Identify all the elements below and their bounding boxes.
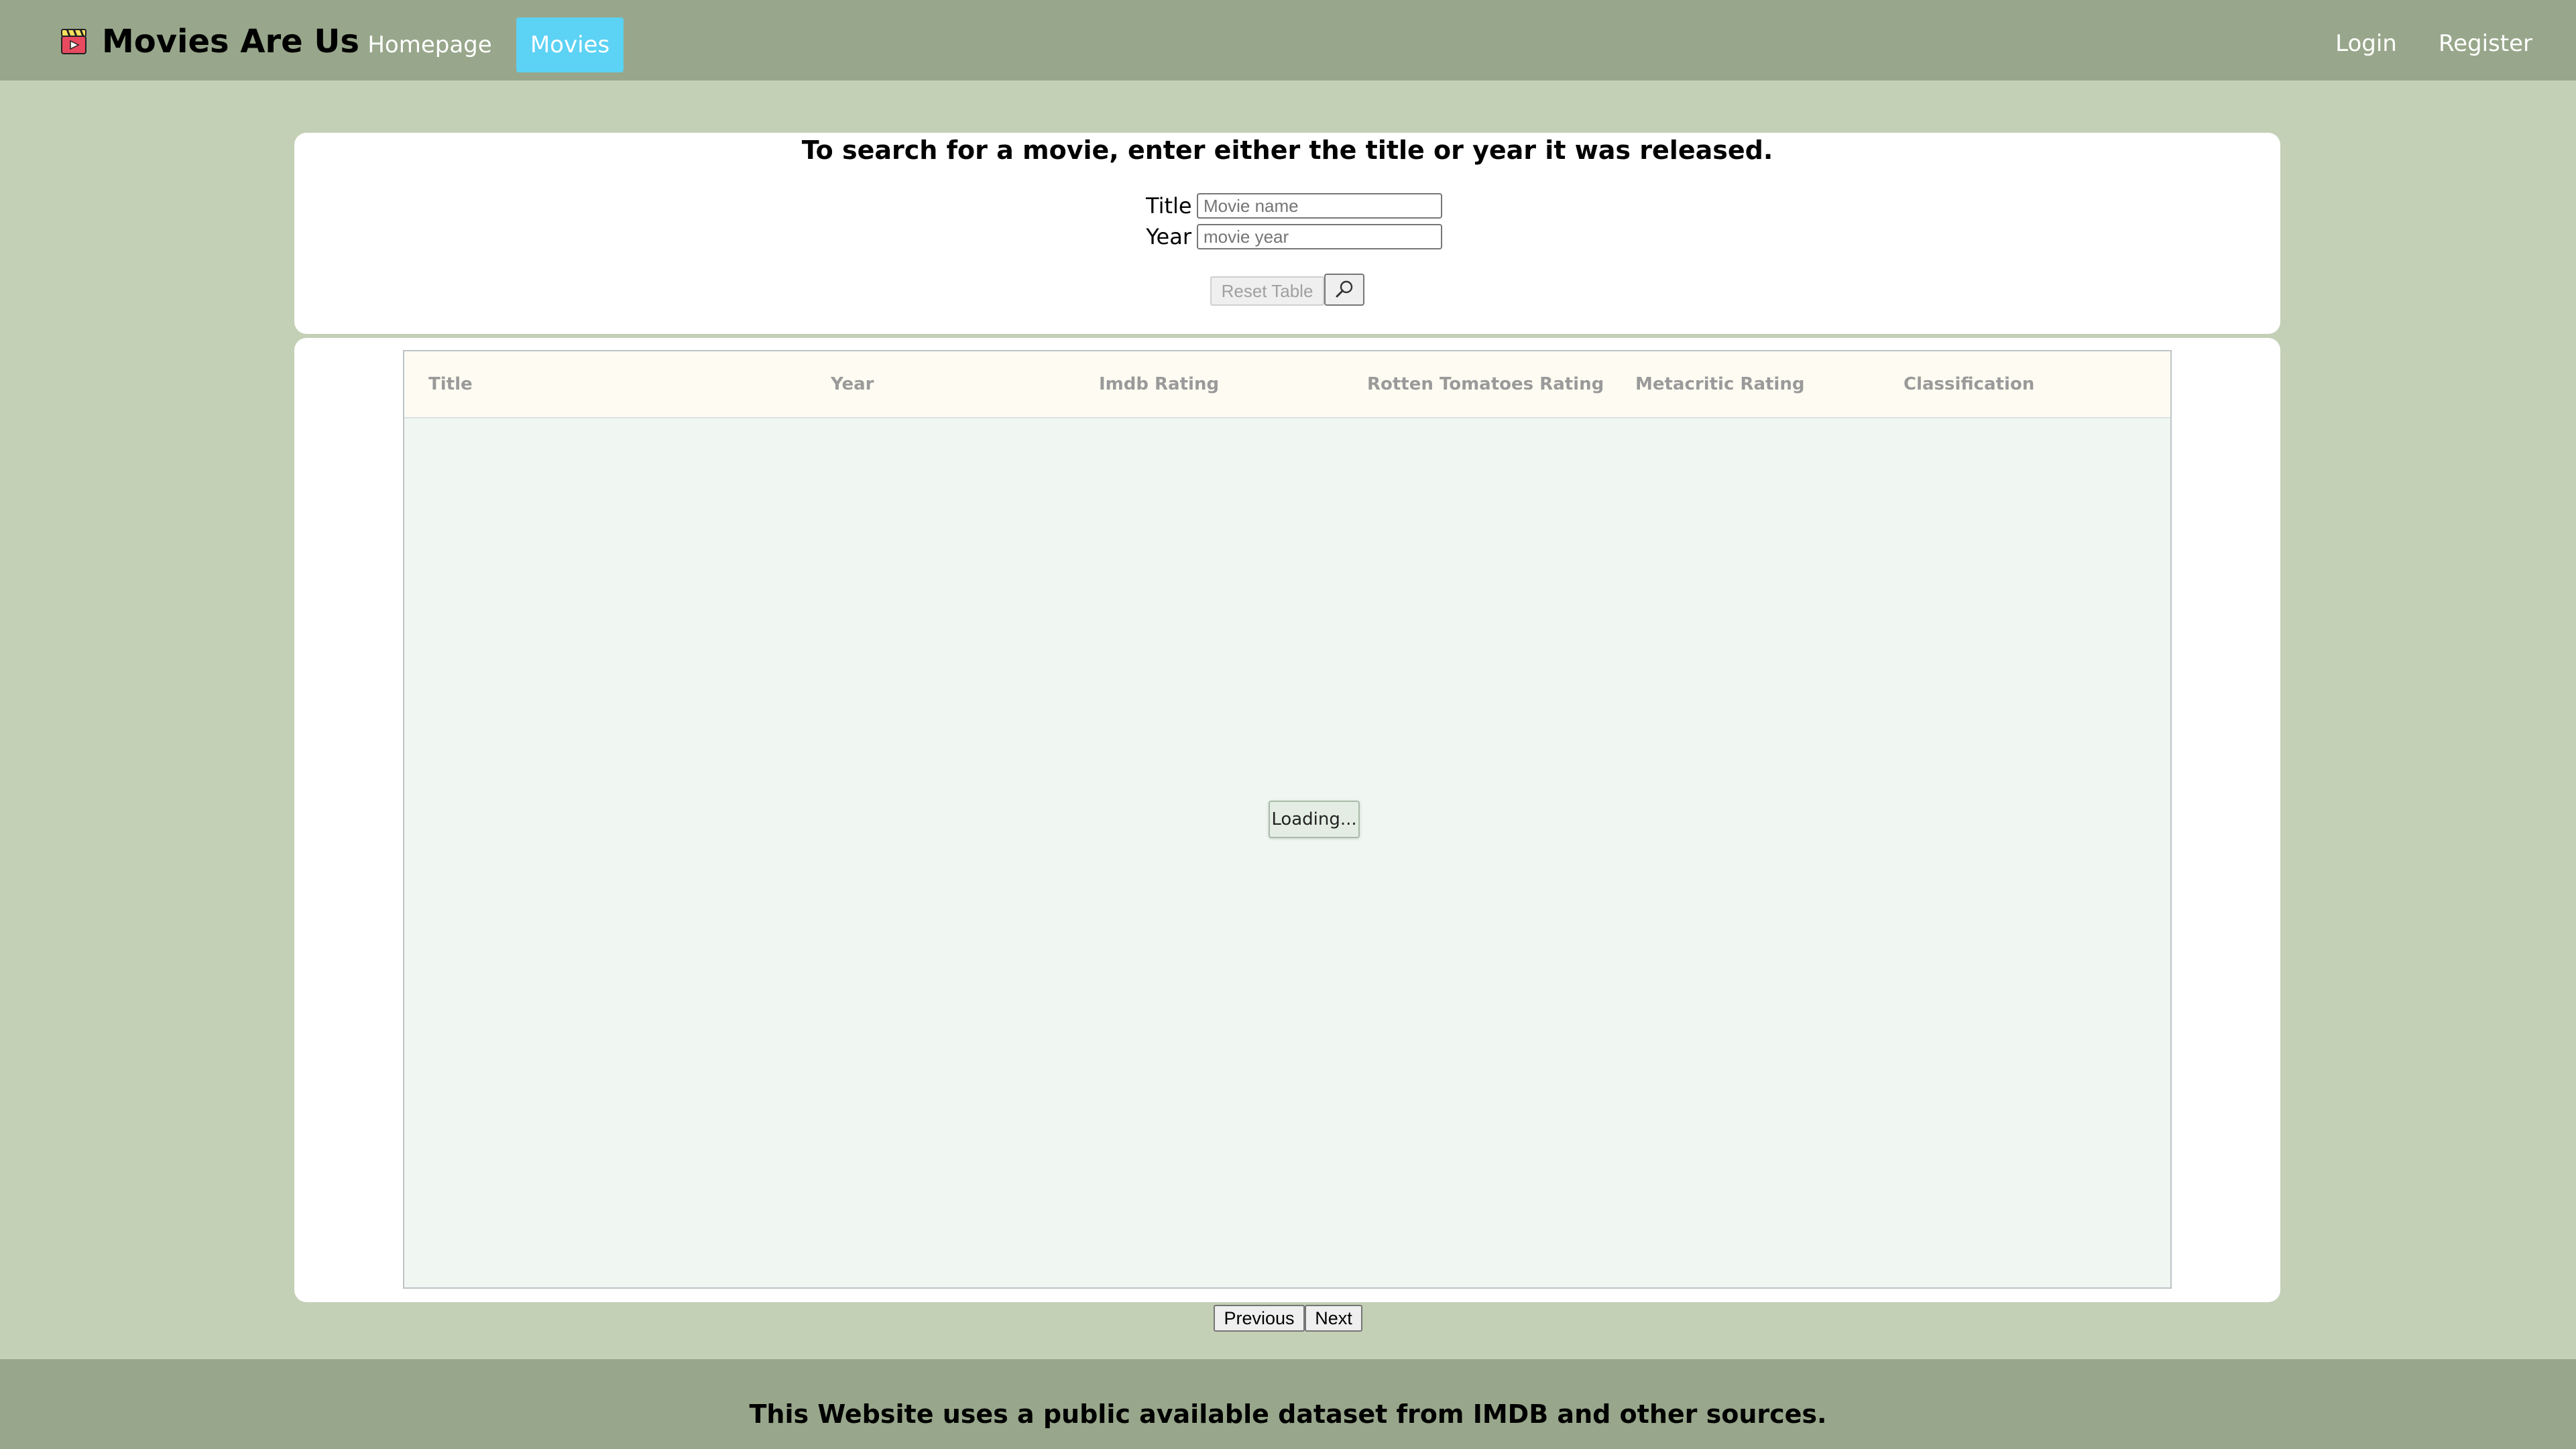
year-label: Year	[1146, 224, 1191, 249]
column-header-rotten-tomatoes-rating[interactable]: Rotten Tomatoes Rating	[1367, 351, 1604, 417]
nav-link-movies[interactable]: Movies	[516, 17, 624, 72]
movies-grid[interactable]: Title Year Imdb Rating Rotten Tomatoes R…	[403, 350, 2172, 1289]
column-header-imdb-rating[interactable]: Imdb Rating	[1099, 351, 1219, 417]
title-input[interactable]	[1197, 193, 1442, 219]
pagination: Previous Next	[1214, 1305, 1362, 1332]
previous-page-button[interactable]: Previous	[1214, 1305, 1305, 1332]
search-button[interactable]	[1324, 274, 1364, 306]
title-field-row: Title	[1146, 191, 1442, 221]
top-navbar: Movies Are Us Homepage Movies Login Regi…	[0, 0, 2576, 80]
column-header-title[interactable]: Title	[428, 351, 473, 417]
search-instructions: To search for a movie, enter either the …	[801, 135, 1773, 165]
reset-table-button[interactable]: Reset Table	[1210, 276, 1324, 306]
title-label: Title	[1146, 193, 1192, 219]
footer-text: This Website uses a public available dat…	[749, 1399, 1827, 1429]
nav-link-homepage[interactable]: Homepage	[367, 17, 491, 72]
brand-title: Movies Are Us	[102, 23, 359, 60]
column-header-classification[interactable]: Classification	[1904, 351, 2034, 417]
magnifier-icon	[1336, 280, 1353, 298]
nav-link-login[interactable]: Login	[2327, 16, 2406, 71]
next-page-button[interactable]: Next	[1305, 1305, 1362, 1332]
column-header-year[interactable]: Year	[831, 351, 874, 417]
year-field-row: Year	[1146, 222, 1442, 251]
nav-link-register[interactable]: Register	[2435, 16, 2536, 71]
year-input[interactable]	[1197, 224, 1442, 249]
clapperboard-icon	[61, 29, 86, 54]
loading-indicator: Loading...	[1269, 801, 1360, 838]
footer: This Website uses a public available dat…	[0, 1359, 2576, 1449]
column-header-metacritic-rating[interactable]: Metacritic Rating	[1635, 351, 1804, 417]
grid-header: Title Year Imdb Rating Rotten Tomatoes R…	[404, 351, 2170, 418]
results-panel: Title Year Imdb Rating Rotten Tomatoes R…	[294, 338, 2280, 1302]
brand[interactable]: Movies Are Us	[59, 16, 359, 67]
search-panel: To search for a movie, enter either the …	[294, 133, 2280, 334]
